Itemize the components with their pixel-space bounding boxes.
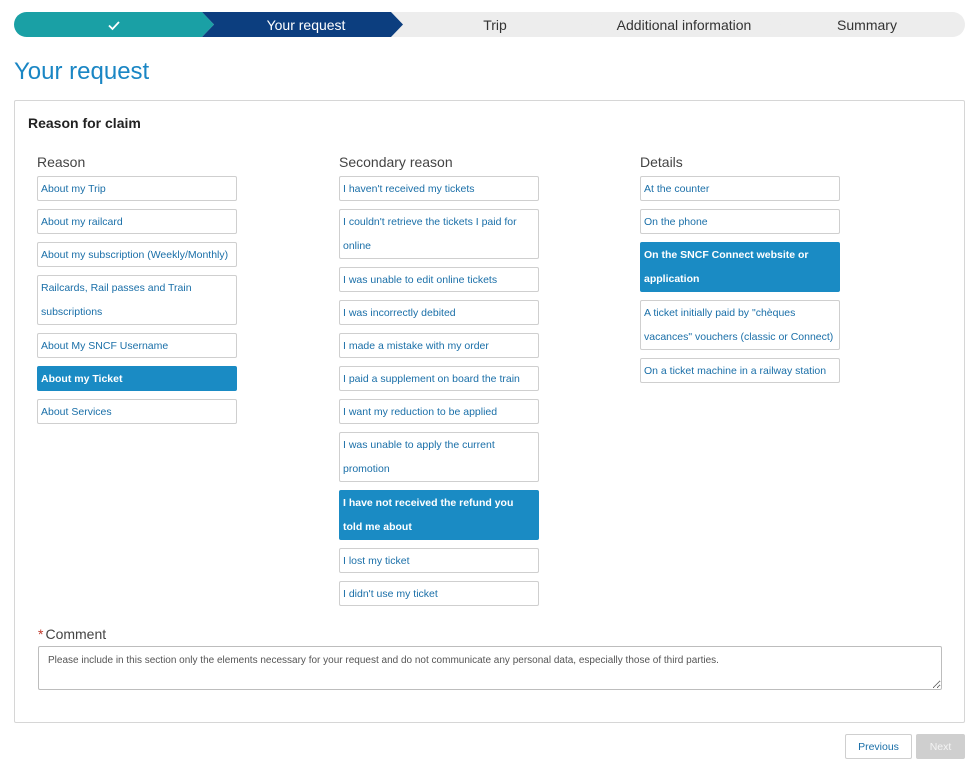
details-column: Details At the counter On the phone On t… xyxy=(640,154,840,391)
reason-option-selected[interactable]: About my Ticket xyxy=(37,366,237,391)
reason-option[interactable]: About My SNCF Username xyxy=(37,333,237,358)
secondary-option[interactable]: I want my reduction to be applied xyxy=(339,399,539,424)
details-option-selected[interactable]: On the SNCF Connect website or applicati… xyxy=(640,242,840,292)
secondary-option[interactable]: I couldn't retrieve the tickets I paid f… xyxy=(339,209,539,259)
details-option[interactable]: A ticket initially paid by "chèques vaca… xyxy=(640,300,840,350)
step-your-request: Your request xyxy=(202,12,410,37)
secondary-reason-column: Secondary reason I haven't received my t… xyxy=(339,154,539,614)
reason-option[interactable]: About my railcard xyxy=(37,209,237,234)
secondary-option[interactable]: I was unable to apply the current promot… xyxy=(339,432,539,482)
secondary-option-selected[interactable]: I have not received the refund you told … xyxy=(339,490,539,540)
step-additional-information: Additional information xyxy=(580,12,788,37)
checkmark-icon xyxy=(108,20,120,30)
secondary-option[interactable]: I was unable to edit online tickets xyxy=(339,267,539,292)
secondary-option[interactable]: I made a mistake with my order xyxy=(339,333,539,358)
reason-option[interactable]: Railcards, Rail passes and Train subscri… xyxy=(37,275,237,325)
required-mark: * xyxy=(38,626,44,642)
next-button[interactable]: Next xyxy=(916,734,965,759)
page-title: Your request xyxy=(14,58,150,85)
details-option[interactable]: At the counter xyxy=(640,176,840,201)
comment-label: * Comment xyxy=(38,626,106,642)
step-completed[interactable] xyxy=(14,12,214,37)
step-trip: Trip xyxy=(391,12,599,37)
reason-column: Reason About my Trip About my railcard A… xyxy=(37,154,237,432)
progress-stepper: Your request Trip Additional information… xyxy=(14,12,965,37)
card-title: Reason for claim xyxy=(28,115,141,131)
reason-option[interactable]: About my Trip xyxy=(37,176,237,201)
reason-option[interactable]: About my subscription (Weekly/Monthly) xyxy=(37,242,237,267)
previous-button[interactable]: Previous xyxy=(845,734,912,759)
step-summary: Summary xyxy=(769,12,965,37)
secondary-option[interactable]: I didn't use my ticket xyxy=(339,581,539,606)
secondary-option[interactable]: I lost my ticket xyxy=(339,548,539,573)
comment-label-text: Comment xyxy=(45,626,107,642)
secondary-reason-heading: Secondary reason xyxy=(339,154,453,170)
secondary-option[interactable]: I was incorrectly debited xyxy=(339,300,539,325)
comment-textarea[interactable] xyxy=(38,646,942,690)
details-option[interactable]: On the phone xyxy=(640,209,840,234)
details-heading: Details xyxy=(640,154,683,170)
secondary-option[interactable]: I paid a supplement on board the train xyxy=(339,366,539,391)
details-option[interactable]: On a ticket machine in a railway station xyxy=(640,358,840,383)
reason-heading: Reason xyxy=(37,154,86,170)
secondary-option[interactable]: I haven't received my tickets xyxy=(339,176,539,201)
reason-option[interactable]: About Services xyxy=(37,399,237,424)
reason-for-claim-card: Reason for claim Reason About my Trip Ab… xyxy=(14,100,965,723)
